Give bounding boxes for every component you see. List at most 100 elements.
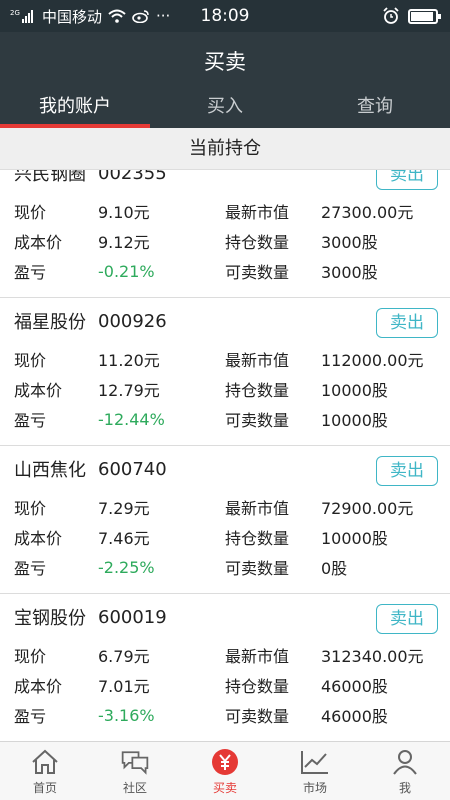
sell-button[interactable]: 卖出 xyxy=(376,308,438,338)
market-value: 72900.00元 xyxy=(321,499,414,518)
position-card[interactable]: 山西焦化 600740 卖出 现价 7.29元 最新市值 72900.00元 成… xyxy=(0,446,450,594)
status-left: 2G 中国移动 ··· xyxy=(10,6,170,27)
market-value: 27300.00元 xyxy=(321,203,414,222)
sellable-qty-value: 0股 xyxy=(321,559,348,578)
sell-button[interactable]: 卖出 xyxy=(376,604,438,634)
stock-name: 宝钢股份 xyxy=(14,608,86,629)
pnl-value: -0.21% xyxy=(98,261,155,281)
home-icon xyxy=(32,749,58,774)
stock-code: 002355 xyxy=(98,170,167,184)
more-notifications: ··· xyxy=(156,7,171,25)
position-header: 宝钢股份 600019 xyxy=(14,594,436,640)
position-row: 成本价 7.01元 持仓数量 46000股 xyxy=(14,670,436,700)
position-row: 成本价 12.79元 持仓数量 10000股 xyxy=(14,374,436,404)
label-current-price: 现价 xyxy=(14,351,47,370)
signal-icon: 2G xyxy=(10,9,33,23)
position-row: 成本价 7.46元 持仓数量 10000股 xyxy=(14,522,436,552)
sell-button[interactable]: 卖出 xyxy=(376,170,438,190)
label-sellable-qty: 可卖数量 xyxy=(225,263,290,282)
nav-community-label: 社区 xyxy=(122,780,147,795)
position-row: 盈亏 -3.16% 可卖数量 46000股 xyxy=(14,700,436,730)
stock-code: 000926 xyxy=(98,310,167,332)
cost-price-value: 7.46元 xyxy=(98,529,150,548)
battery-icon xyxy=(408,8,441,24)
label-holding-qty: 持仓数量 xyxy=(225,381,290,400)
nav-market[interactable]: 市场 xyxy=(270,742,360,800)
stock-name: 山西焦化 xyxy=(14,460,86,481)
network-type: 2G xyxy=(10,9,20,17)
stock-code: 600740 xyxy=(98,458,167,480)
position-row: 盈亏 -0.21% 可卖数量 3000股 xyxy=(14,256,436,286)
position-card[interactable]: 福星股份 000926 卖出 现价 11.20元 最新市值 112000.00元… xyxy=(0,298,450,446)
sell-button[interactable]: 卖出 xyxy=(376,456,438,486)
stock-name: 兴民钢圈 xyxy=(14,170,86,185)
chart-icon xyxy=(301,750,328,774)
sellable-qty-value: 3000股 xyxy=(321,263,378,282)
tab-bar: 我的账户 买入 查询 xyxy=(0,90,450,128)
carrier-name: 中国移动 xyxy=(42,7,103,26)
position-row: 成本价 9.12元 持仓数量 3000股 xyxy=(14,226,436,256)
position-card[interactable]: 兴民钢圈 002355 卖出 现价 9.10元 最新市值 27300.00元 成… xyxy=(0,170,450,298)
label-market-value: 最新市值 xyxy=(225,647,290,666)
weibo-icon xyxy=(132,10,149,23)
label-holding-qty: 持仓数量 xyxy=(225,233,290,252)
chat-icon xyxy=(121,750,149,775)
tab-buy[interactable]: 买入 xyxy=(150,90,300,128)
nav-community[interactable]: 社区 xyxy=(90,742,180,800)
sellable-qty-value: 10000股 xyxy=(321,411,388,430)
position-card[interactable]: 宝钢股份 600019 卖出 现价 6.79元 最新市值 312340.00元 … xyxy=(0,594,450,741)
current-price-value: 9.10元 xyxy=(98,203,150,222)
nav-me[interactable]: 我 xyxy=(360,742,450,800)
status-right xyxy=(382,7,441,25)
label-holding-qty: 持仓数量 xyxy=(225,529,290,548)
pnl-value: -2.25% xyxy=(98,557,155,577)
label-cost-price: 成本价 xyxy=(14,529,63,548)
position-row: 现价 9.10元 最新市值 27300.00元 xyxy=(14,196,436,226)
cost-price-value: 7.01元 xyxy=(98,677,150,696)
stock-code: 600019 xyxy=(98,606,167,628)
alarm-icon xyxy=(383,7,399,24)
nav-me-label: 我 xyxy=(398,780,411,795)
current-price-value: 6.79元 xyxy=(98,647,150,666)
nav-home[interactable]: 首页 xyxy=(0,742,90,800)
label-market-value: 最新市值 xyxy=(225,203,290,222)
positions-list[interactable]: 兴民钢圈 002355 卖出 现价 9.10元 最新市值 27300.00元 成… xyxy=(0,170,450,741)
pnl-value: -12.44% xyxy=(98,409,165,429)
position-row: 盈亏 -12.44% 可卖数量 10000股 xyxy=(14,404,436,434)
holding-qty-value: 3000股 xyxy=(321,233,378,252)
holding-qty-value: 10000股 xyxy=(321,381,388,400)
user-icon xyxy=(393,749,417,775)
position-header: 兴民钢圈 002355 xyxy=(14,170,436,196)
label-pnl: 盈亏 xyxy=(14,411,47,430)
label-cost-price: 成本价 xyxy=(14,381,63,400)
nav-market-label: 市场 xyxy=(302,780,327,795)
position-row: 盈亏 -2.25% 可卖数量 0股 xyxy=(14,552,436,582)
label-cost-price: 成本价 xyxy=(14,233,63,252)
label-pnl: 盈亏 xyxy=(14,707,47,726)
sellable-qty-value: 46000股 xyxy=(321,707,388,726)
tab-query[interactable]: 查询 xyxy=(300,90,450,128)
app-header: 买卖 我的账户 买入 查询 xyxy=(0,32,450,128)
current-price-value: 11.20元 xyxy=(98,351,160,370)
nav-trade-label: 买卖 xyxy=(212,780,237,795)
position-row: 现价 6.79元 最新市值 312340.00元 xyxy=(14,640,436,670)
nav-home-label: 首页 xyxy=(32,780,57,795)
current-price-value: 7.29元 xyxy=(98,499,150,518)
tab-my-account[interactable]: 我的账户 xyxy=(0,90,150,128)
pnl-value: -3.16% xyxy=(98,705,155,725)
page-title: 买卖 xyxy=(204,50,246,74)
wifi-icon xyxy=(108,9,126,23)
label-holding-qty: 持仓数量 xyxy=(225,677,290,696)
status-bar: 2G 中国移动 ··· 18:09 xyxy=(0,0,450,32)
label-cost-price: 成本价 xyxy=(14,677,63,696)
section-title: 当前持仓 xyxy=(0,128,450,170)
bottom-nav: 首页 社区 买卖 市场 我 xyxy=(0,741,450,800)
stock-name: 福星股份 xyxy=(14,312,86,333)
label-current-price: 现价 xyxy=(14,647,47,666)
nav-trade[interactable]: 买卖 xyxy=(180,742,270,800)
label-sellable-qty: 可卖数量 xyxy=(225,559,290,578)
position-header: 福星股份 000926 xyxy=(14,298,436,344)
label-market-value: 最新市值 xyxy=(225,499,290,518)
label-pnl: 盈亏 xyxy=(14,263,47,282)
position-row: 现价 7.29元 最新市值 72900.00元 xyxy=(14,492,436,522)
